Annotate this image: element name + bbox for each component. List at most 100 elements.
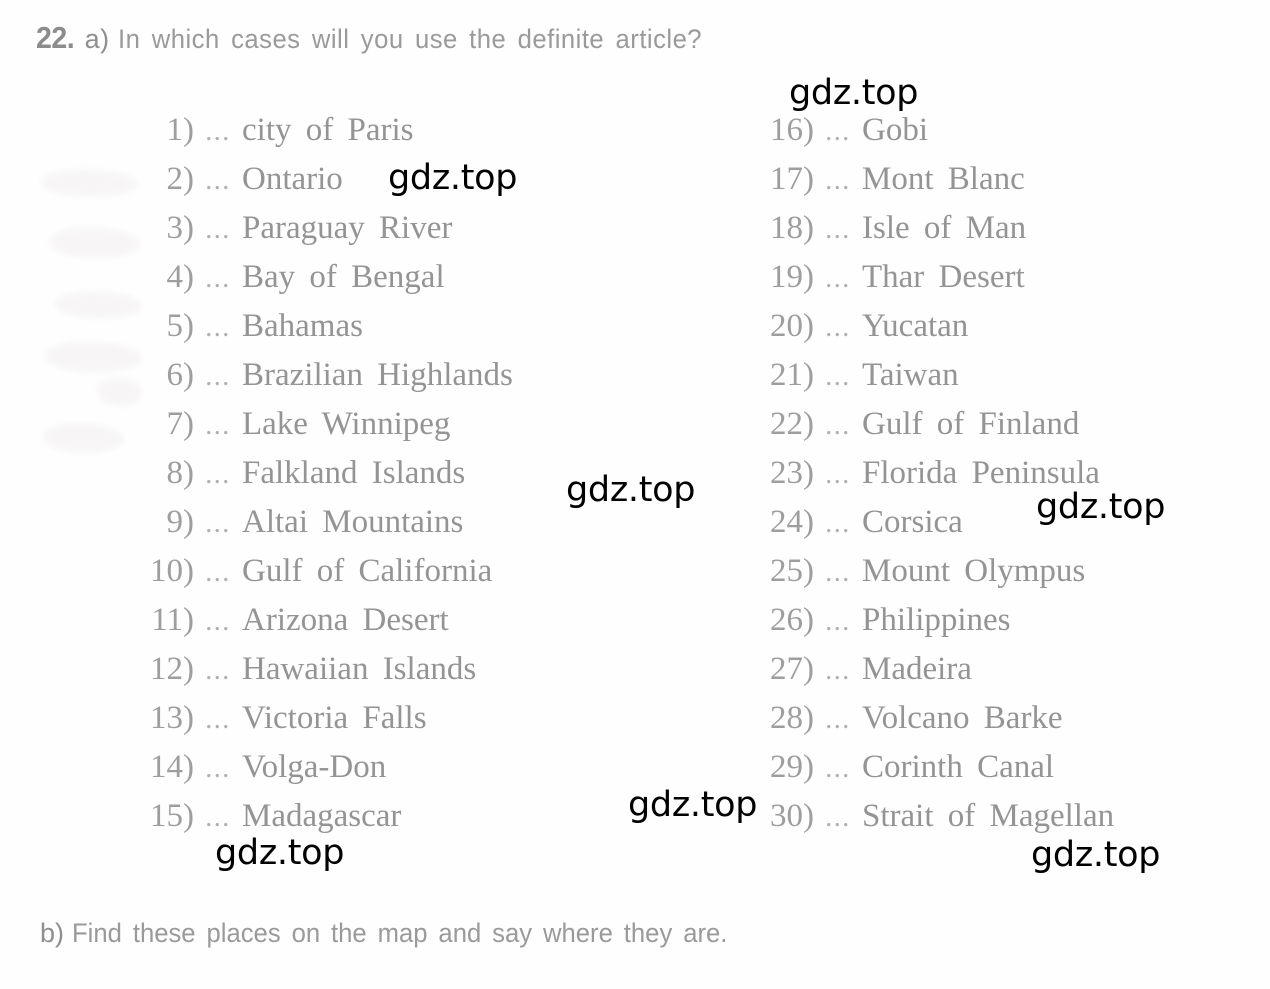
- list-item-number: 12): [150, 651, 194, 687]
- list-item: 29)... Corinth Canal: [748, 743, 1114, 792]
- list-item-label: Bay of Bengal: [242, 259, 445, 295]
- list-item-number: 18): [770, 210, 814, 246]
- list-item: 22)... Gulf of Finland: [748, 400, 1114, 449]
- list-item-label: Isle of Man: [862, 210, 1027, 246]
- list-item-blank: ...: [205, 410, 231, 441]
- list-item-blank: ...: [825, 459, 851, 490]
- list-item-label: Ontario: [242, 161, 343, 197]
- list-item-label: Brazilian Highlands: [242, 357, 513, 393]
- task-footer: b) Find these places on the map and say …: [40, 918, 761, 949]
- list-item-number: 30): [770, 798, 814, 834]
- list-item: 14)... Volga-Don: [128, 743, 513, 792]
- list-item-blank: ...: [825, 410, 851, 441]
- list-item-number: 15): [150, 798, 194, 834]
- list-item: 23)... Florida Peninsula: [748, 449, 1114, 498]
- list-item-number: 28): [770, 700, 814, 736]
- list-item: 9)... Altai Mountains: [128, 498, 513, 547]
- task-number: 22.: [36, 20, 75, 55]
- list-item: 4)... Bay of Bengal: [128, 253, 513, 302]
- list-item-number: 25): [770, 553, 814, 589]
- list-item-label: Gobi: [862, 112, 928, 148]
- list-item-blank: ...: [825, 704, 851, 735]
- list-item-label: Lake Winnipeg: [242, 406, 451, 442]
- list-item-label: Altai Mountains: [242, 504, 464, 540]
- list-item-number: 7): [166, 406, 195, 442]
- task-heading: 22. a) In which cases will you use the de…: [36, 20, 733, 56]
- list-item: 28)... Volcano Barke: [748, 694, 1114, 743]
- list-item-blank: ...: [825, 263, 851, 294]
- list-item-number: 13): [150, 700, 194, 736]
- list-item-blank: ...: [825, 655, 851, 686]
- paper-artifact: [50, 228, 140, 258]
- list-item-blank: ...: [205, 116, 231, 147]
- list-item-number: 5): [166, 308, 195, 344]
- list-item-label: Paraguay River: [242, 210, 453, 246]
- list-item-blank: ...: [825, 753, 851, 784]
- list-item-blank: ...: [205, 459, 231, 490]
- list-item-label: Gulf of Finland: [862, 406, 1080, 442]
- paper-artifact: [42, 170, 138, 196]
- list-item-label: Mount Olympus: [862, 553, 1086, 589]
- part-b-label: b): [40, 918, 65, 948]
- list-item-number: 16): [770, 112, 814, 148]
- list-item: 8)... Falkland Islands: [128, 449, 513, 498]
- list-item-number: 19): [770, 259, 814, 295]
- list-item-number: 23): [770, 455, 814, 491]
- list-item: 17)... Mont Blanc: [748, 155, 1114, 204]
- list-item-blank: ...: [205, 361, 231, 392]
- list-item: 7)... Lake Winnipeg: [128, 400, 513, 449]
- list-item-number: 26): [770, 602, 814, 638]
- list-item: 12)... Hawaiian Islands: [128, 645, 513, 694]
- list-item-label: Arizona Desert: [242, 602, 449, 638]
- list-item-label: Florida Peninsula: [862, 455, 1100, 491]
- watermark: gdz.top: [566, 470, 696, 510]
- list-item-label: Yucatan: [862, 308, 969, 344]
- list-item-label: Falkland Islands: [242, 455, 466, 491]
- list-item: 3)... Paraguay River: [128, 204, 513, 253]
- watermark: gdz.top: [628, 785, 758, 825]
- list-item-label: Volga-Don: [242, 749, 387, 785]
- list-item-label: Victoria Falls: [242, 700, 427, 736]
- list-item-number: 14): [150, 749, 194, 785]
- list-item-blank: ...: [205, 557, 231, 588]
- list-item: 24)... Corsica: [748, 498, 1114, 547]
- list-item-number: 27): [770, 651, 814, 687]
- list-item: 27)... Madeira: [748, 645, 1114, 694]
- list-item: 26)... Philippines: [748, 596, 1114, 645]
- list-item: 13)... Victoria Falls: [128, 694, 513, 743]
- list-item-label: Mont Blanc: [862, 161, 1025, 197]
- list-item-number: 11): [151, 602, 194, 638]
- list-item-blank: ...: [205, 802, 231, 833]
- part-b-text: Find these places on the map and say whe…: [71, 918, 727, 948]
- list-item-label: Volcano Barke: [862, 700, 1063, 736]
- list-item-label: Corsica: [862, 504, 963, 540]
- list-item-blank: ...: [205, 165, 231, 196]
- list-item-label: Corinth Canal: [862, 749, 1055, 785]
- list-item-number: 1): [166, 112, 195, 148]
- list-item: 25)... Mount Olympus: [748, 547, 1114, 596]
- paper-artifact: [44, 424, 124, 452]
- list-item: 30)... Strait of Magellan: [748, 792, 1114, 841]
- list-item: 20)... Yucatan: [748, 302, 1114, 351]
- list-item-number: 8): [166, 455, 195, 491]
- list-item-label: city of Paris: [242, 112, 414, 148]
- list-item-blank: ...: [205, 753, 231, 784]
- list-item-blank: ...: [825, 312, 851, 343]
- list-item-label: Philippines: [862, 602, 1011, 638]
- list-item-blank: ...: [205, 214, 231, 245]
- list-item: 16)... Gobi: [748, 106, 1114, 155]
- list-item-number: 2): [166, 161, 195, 197]
- list-item: 15)... Madagascar: [128, 792, 513, 841]
- list-item-number: 17): [770, 161, 814, 197]
- part-a-label: a): [84, 24, 110, 54]
- list-item: 5)... Bahamas: [128, 302, 513, 351]
- list-item-number: 9): [166, 504, 195, 540]
- list-item-number: 20): [770, 308, 814, 344]
- list-item-label: Gulf of California: [242, 553, 493, 589]
- list-item-blank: ...: [205, 312, 231, 343]
- list-item-blank: ...: [825, 508, 851, 539]
- list-item-blank: ...: [205, 263, 231, 294]
- list-item: 21)... Taiwan: [748, 351, 1114, 400]
- list-item-blank: ...: [825, 802, 851, 833]
- list-column-left: 1)... city of Paris 2)... Ontario 3)... Parag…: [128, 106, 513, 841]
